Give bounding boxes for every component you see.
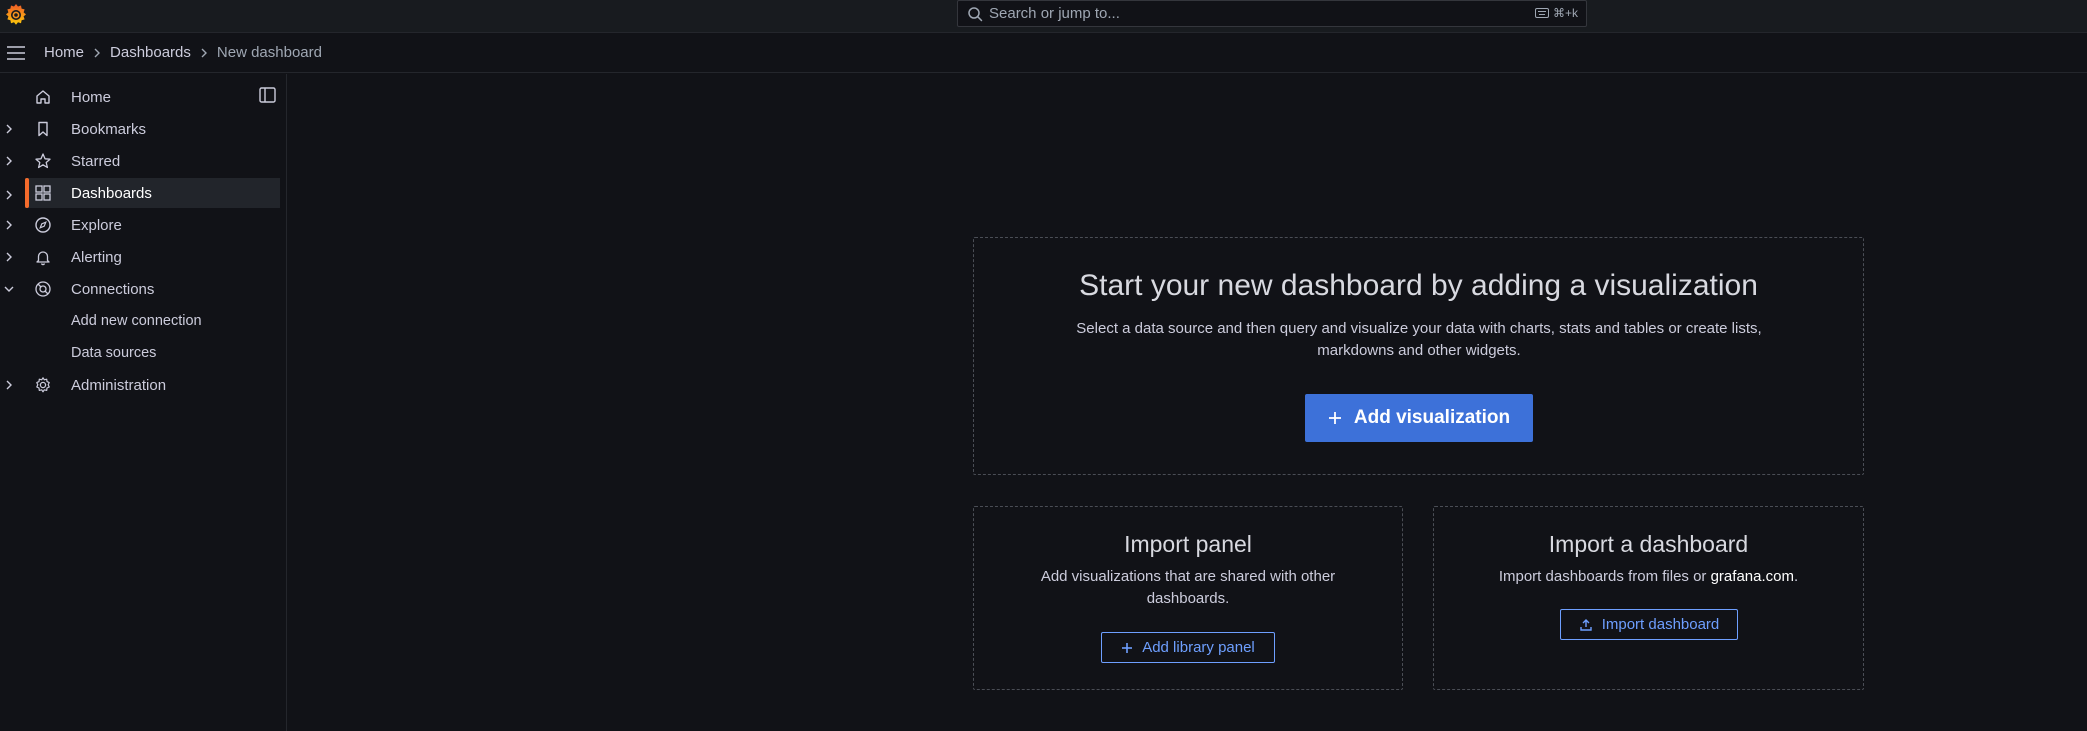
sidebar-item-label: Alerting: [71, 248, 122, 266]
breadcrumb-dashboards[interactable]: Dashboards: [110, 44, 191, 61]
import-dashboard-card: Import a dashboard Import dashboards fro…: [1433, 506, 1864, 690]
dashboards-icon: [35, 185, 51, 201]
keyboard-icon: [1534, 8, 1549, 18]
add-visualization-button[interactable]: Add visualization: [1305, 394, 1533, 442]
search-icon: [968, 6, 983, 21]
breadcrumb: Home Dashboards New dashboard: [44, 44, 322, 61]
chevron-right-icon: [201, 48, 207, 57]
import-dashboard-title: Import a dashboard: [1548, 531, 1749, 557]
import-dashboard-button[interactable]: Import dashboard: [1560, 609, 1738, 640]
chevron-down-icon[interactable]: [3, 283, 15, 295]
upload-icon: [1580, 618, 1592, 631]
sidebar-item-label: Administration: [71, 376, 167, 394]
sidebar-item-label: Starred: [71, 152, 121, 170]
gear-icon: [36, 377, 50, 393]
sidebar-item-starred[interactable]: Starred: [0, 146, 280, 176]
grafana-logo[interactable]: [3, 2, 29, 28]
page-title: Start your new dashboard by adding a vis…: [1079, 269, 1758, 302]
compass-icon: [35, 217, 51, 233]
add-visualization-description: Select a data source and then query and …: [1076, 320, 1762, 359]
breadcrumb-home[interactable]: Home: [44, 44, 84, 61]
sidebar-item-label: Data sources: [71, 345, 157, 361]
import-dashboard-description: Import dashboards from files or grafana.…: [1474, 566, 1823, 588]
chevron-right-icon[interactable]: [3, 155, 15, 167]
sidebar: Home Bookmarks Starred Dashboards Explor…: [0, 74, 287, 731]
plus-icon: [1122, 642, 1133, 653]
import-panel-title: Import panel: [1124, 531, 1252, 557]
add-library-panel-label: Add library panel: [1142, 639, 1255, 656]
add-visualization-label: Add visualization: [1353, 407, 1511, 428]
hamburger-menu-icon[interactable]: [6, 45, 26, 61]
chevron-right-icon[interactable]: [3, 189, 15, 201]
plus-icon: [1328, 412, 1341, 424]
chevron-right-icon[interactable]: [3, 123, 15, 135]
sidebar-item-label: Bookmarks: [71, 120, 147, 138]
chevron-right-icon[interactable]: [3, 379, 15, 391]
import-dashboard-label: Import dashboard: [1601, 616, 1720, 633]
sidebar-item-data-sources[interactable]: Data sources: [0, 338, 280, 368]
import-dashboard-description-end: .: [1793, 568, 1799, 585]
sidebar-item-label: Explore: [71, 216, 122, 234]
add-library-panel-button[interactable]: Add library panel: [1101, 632, 1275, 663]
sidebar-item-home[interactable]: Home: [0, 82, 280, 112]
keyboard-shortcut-hint: ⌘+k: [1534, 6, 1578, 20]
search-placeholder: Search or jump to...: [989, 5, 1120, 22]
import-panel-description: Add visualizations that are shared with …: [1040, 568, 1336, 607]
top-bar: Search or jump to... ⌘+k: [0, 0, 2087, 33]
bookmark-icon: [38, 121, 48, 137]
connections-icon: [35, 281, 51, 297]
sidebar-item-label: Dashboards: [71, 184, 152, 202]
sidebar-item-label: Add new connection: [71, 313, 202, 329]
sidebar-item-dashboards[interactable]: Dashboards: [25, 178, 280, 208]
chevron-right-icon: [94, 48, 101, 57]
add-visualization-card: Start your new dashboard by adding a vis…: [973, 237, 1864, 475]
sidebar-item-bookmarks[interactable]: Bookmarks: [0, 114, 280, 144]
chevron-right-icon[interactable]: [3, 219, 15, 231]
grafana-com-link[interactable]: grafana.com: [1711, 568, 1794, 585]
search-input[interactable]: Search or jump to... ⌘+k: [957, 0, 1587, 27]
import-dashboard-description-text: Import dashboards from files or: [1498, 568, 1711, 585]
breadcrumb-new-dashboard: New dashboard: [216, 44, 322, 61]
bell-icon: [36, 251, 50, 266]
import-panel-card: Import panel Add visualizations that are…: [973, 506, 1403, 690]
sidebar-item-connections[interactable]: Connections: [0, 274, 280, 304]
chevron-right-icon[interactable]: [3, 251, 15, 263]
star-icon: [35, 153, 51, 169]
breadcrumb-bar: Home Dashboards New dashboard: [0, 33, 2087, 73]
sidebar-item-label: Home: [71, 88, 112, 106]
sidebar-item-explore[interactable]: Explore: [0, 210, 280, 240]
sidebar-item-add-new-connection[interactable]: Add new connection: [0, 306, 280, 336]
sidebar-item-label: Connections: [71, 280, 155, 298]
home-icon: [36, 90, 50, 104]
shortcut-text: ⌘+k: [1552, 6, 1578, 20]
sidebar-item-administration[interactable]: Administration: [0, 370, 280, 400]
sidebar-item-alerting[interactable]: Alerting: [0, 242, 280, 272]
